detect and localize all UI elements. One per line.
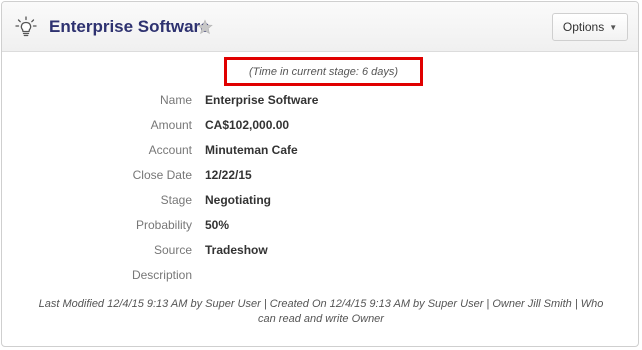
field-row-close-date: Close Date 12/22/15: [2, 166, 638, 191]
field-row-name: Name Enterprise Software: [2, 91, 638, 116]
record-metadata: Last Modified 12/4/15 9:13 AM by Super U…: [38, 298, 604, 325]
field-value: Tradeshow: [205, 243, 268, 257]
options-button[interactable]: Options ▼: [552, 13, 628, 41]
field-row-amount: Amount CA$102,000.00: [2, 116, 638, 141]
field-label: Amount: [150, 118, 192, 132]
field-list: Name Enterprise Software Amount CA$102,0…: [2, 91, 638, 291]
field-value: CA$102,000.00: [205, 118, 290, 132]
field-row-account: Account Minuteman Cafe: [2, 141, 638, 166]
field-label: Stage: [160, 193, 192, 207]
caret-down-icon: ▼: [609, 22, 618, 32]
options-label: Options: [562, 20, 605, 34]
field-value: Enterprise Software: [205, 93, 319, 107]
panel-header: Enterprise Software Options ▼: [2, 2, 638, 52]
field-row-probability: Probability 50%: [2, 216, 638, 241]
field-label: Probability: [135, 218, 192, 232]
field-label: Close Date: [132, 168, 192, 182]
field-label: Account: [148, 143, 192, 157]
field-row-description: Description: [2, 266, 638, 291]
field-value[interactable]: Minuteman Cafe: [205, 143, 298, 157]
field-row-stage: Stage Negotiating: [2, 191, 638, 216]
field-value: 50%: [205, 218, 230, 232]
field-value: 12/22/15: [205, 168, 252, 182]
page-title: Enterprise Software: [49, 17, 210, 36]
lightbulb-icon: [15, 16, 37, 37]
field-label: Source: [153, 243, 192, 257]
field-value: Negotiating: [205, 193, 271, 207]
time-in-stage: (Time in current stage: 6 days): [224, 57, 423, 86]
field-row-source: Source Tradeshow: [2, 241, 638, 266]
field-label: Name: [159, 93, 192, 107]
field-label: Description: [131, 268, 192, 282]
opportunity-panel: Enterprise Software Options ▼ (Time in c…: [1, 1, 639, 347]
star-icon[interactable]: [197, 19, 213, 35]
